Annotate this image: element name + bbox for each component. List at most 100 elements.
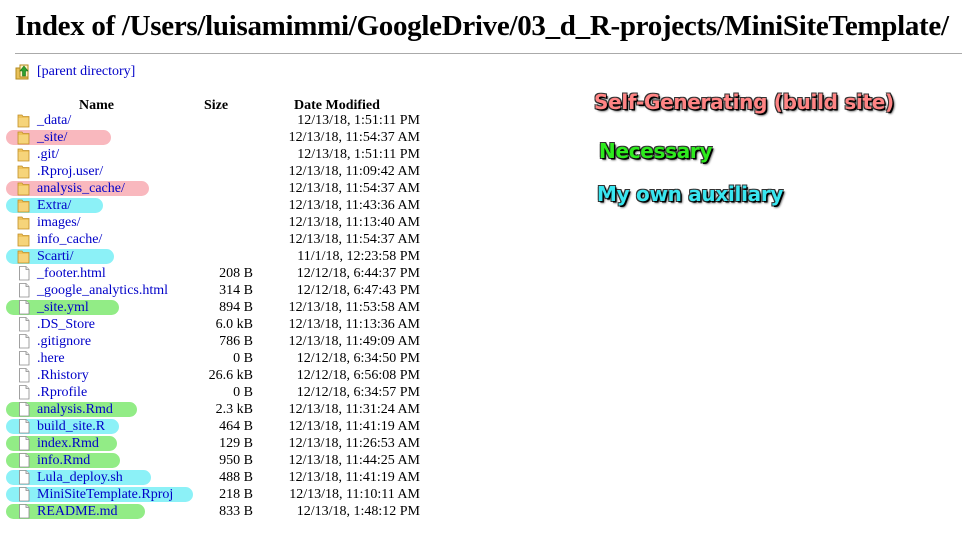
date-modified: 12/12/18, 6:47:43 PM: [296, 283, 420, 298]
table-row: .Rproj.user/12/13/18, 11:09:42 AM: [0, 163, 470, 180]
file-link[interactable]: _google_analytics.html: [37, 282, 168, 299]
date-modified: 12/12/18, 6:56:08 PM: [296, 368, 420, 383]
folder-icon: [17, 216, 30, 230]
legend-necessary: Necessary: [599, 139, 713, 163]
date-modified: 12/12/18, 6:44:37 PM: [296, 266, 420, 281]
file-icon: [19, 504, 30, 519]
table-row: .here 0 B 12/12/18, 6:34:50 PM: [0, 350, 470, 367]
file-size: 0 B: [233, 385, 253, 400]
table-row: _google_analytics.html 314 B 12/12/18, 6:4…: [0, 282, 470, 299]
file-size: 208 B: [219, 266, 253, 281]
date-modified: 12/13/18, 11:41:19 AM: [288, 419, 420, 434]
file-link[interactable]: _footer.html: [37, 265, 106, 282]
file-size: 314 B: [219, 283, 253, 298]
file-size: 464 B: [219, 419, 253, 434]
file-link[interactable]: index.Rmd: [37, 435, 99, 452]
folder-icon: [17, 182, 30, 196]
table-row: analysis.Rmd 2.3 kB 12/13/18, 11:31:24 AM: [0, 401, 470, 418]
file-link[interactable]: analysis_cache/: [37, 180, 125, 197]
date-modified: 12/13/18, 11:54:37 AM: [288, 232, 420, 247]
file-size: 950 B: [219, 453, 253, 468]
file-link[interactable]: info.Rmd: [37, 452, 90, 469]
file-icon: [19, 402, 30, 417]
folder-icon: [17, 233, 30, 247]
date-modified: 12/13/18, 11:13:36 AM: [288, 317, 420, 332]
table-row: info.Rmd 950 B 12/13/18, 11:44:25 AM: [0, 452, 470, 469]
file-link[interactable]: .DS_Store: [37, 316, 95, 333]
file-link[interactable]: .Rprofile: [37, 384, 87, 401]
date-modified: 12/13/18, 11:53:58 AM: [288, 300, 420, 315]
table-row: build_site.R 464 B 12/13/18, 11:41:19 AM: [0, 418, 470, 435]
file-icon: [19, 300, 30, 315]
parent-directory-row: [parent directory]: [15, 63, 135, 81]
legend-self-generating: Self-Generating (build site): [594, 90, 894, 114]
date-modified: 11/1/18, 12:23:58 PM: [297, 249, 420, 264]
file-size: 894 B: [219, 300, 253, 315]
table-row: .git/12/13/18, 1:51:11 PM: [0, 146, 470, 163]
table-row: images/12/13/18, 11:13:40 AM: [0, 214, 470, 231]
table-row: _footer.html 208 B 12/12/18, 6:44:37 PM: [0, 265, 470, 282]
file-icon: [19, 351, 30, 366]
file-link[interactable]: Scarti/: [37, 248, 74, 265]
file-link[interactable]: .gitignore: [37, 333, 91, 350]
table-row: Scarti/11/1/18, 12:23:58 PM: [0, 248, 470, 265]
file-link[interactable]: README.md: [37, 503, 118, 520]
file-link[interactable]: .Rproj.user/: [37, 163, 103, 180]
file-link[interactable]: Extra/: [37, 197, 71, 214]
file-link[interactable]: _data/: [37, 112, 71, 129]
file-icon: [19, 334, 30, 349]
folder-icon: [17, 199, 30, 213]
file-icon: [19, 385, 30, 400]
legend-own-auxiliary: My own auxiliary: [597, 182, 784, 206]
file-icon: [19, 368, 30, 383]
file-link[interactable]: Lula_deploy.sh: [37, 469, 123, 486]
file-size: 2.3 kB: [215, 402, 253, 417]
folder-icon: [17, 250, 30, 264]
date-modified: 12/13/18, 11:31:24 AM: [288, 402, 420, 417]
file-size: 488 B: [219, 470, 253, 485]
file-icon: [19, 487, 30, 502]
file-link[interactable]: .here: [37, 350, 65, 367]
table-row: README.md 833 B 12/13/18, 1:48:12 PM: [0, 503, 470, 520]
file-icon: [19, 317, 30, 332]
table-row: _data/12/13/18, 1:51:11 PM: [0, 112, 470, 129]
file-link[interactable]: .git/: [37, 146, 59, 163]
date-modified: 12/12/18, 6:34:50 PM: [296, 351, 420, 366]
table-row: .Rhistory 26.6 kB 12/12/18, 6:56:08 PM: [0, 367, 470, 384]
file-size: 26.6 kB: [208, 368, 253, 383]
file-icon: [19, 453, 30, 468]
file-size: 833 B: [219, 504, 253, 519]
file-size: 129 B: [219, 436, 253, 451]
date-modified: 12/13/18, 11:10:11 AM: [289, 487, 420, 502]
date-modified: 12/13/18, 11:41:19 AM: [288, 470, 420, 485]
parent-directory-link[interactable]: [parent directory]: [37, 64, 135, 80]
table-row: _site.yml 894 B 12/13/18, 11:53:58 AM: [0, 299, 470, 316]
file-icon: [19, 283, 30, 298]
date-modified: 12/13/18, 1:51:11 PM: [297, 113, 420, 128]
table-row: MiniSiteTemplate.Rproj 218 B 12/13/18, 11:…: [0, 486, 470, 503]
file-link[interactable]: _site/: [37, 129, 67, 146]
folder-icon: [17, 148, 30, 162]
date-modified: 12/13/18, 11:49:09 AM: [288, 334, 420, 349]
file-size: 0 B: [233, 351, 253, 366]
file-size: 786 B: [219, 334, 253, 349]
file-link[interactable]: _site.yml: [37, 299, 89, 316]
date-modified: 12/13/18, 11:54:37 AM: [288, 181, 420, 196]
table-row: info_cache/12/13/18, 11:54:37 AM: [0, 231, 470, 248]
table-row: _site/12/13/18, 11:54:37 AM: [0, 129, 470, 146]
file-size: 218 B: [219, 487, 253, 502]
file-link[interactable]: analysis.Rmd: [37, 401, 113, 418]
file-size: 6.0 kB: [215, 317, 253, 332]
file-link[interactable]: info_cache/: [37, 231, 102, 248]
date-modified: 12/13/18, 11:13:40 AM: [288, 215, 420, 230]
file-link[interactable]: .Rhistory: [37, 367, 89, 384]
table-row: .gitignore 786 B 12/13/18, 11:49:09 AM: [0, 333, 470, 350]
up-arrow-folder-icon: [15, 64, 29, 80]
date-modified: 12/13/18, 11:43:36 AM: [288, 198, 420, 213]
file-link[interactable]: MiniSiteTemplate.Rproj: [37, 486, 173, 503]
table-row: analysis_cache/12/13/18, 11:54:37 AM: [0, 180, 470, 197]
table-row: Extra/12/13/18, 11:43:36 AM: [0, 197, 470, 214]
file-link[interactable]: images/: [37, 214, 81, 231]
file-icon: [19, 419, 30, 434]
file-link[interactable]: build_site.R: [37, 418, 105, 435]
